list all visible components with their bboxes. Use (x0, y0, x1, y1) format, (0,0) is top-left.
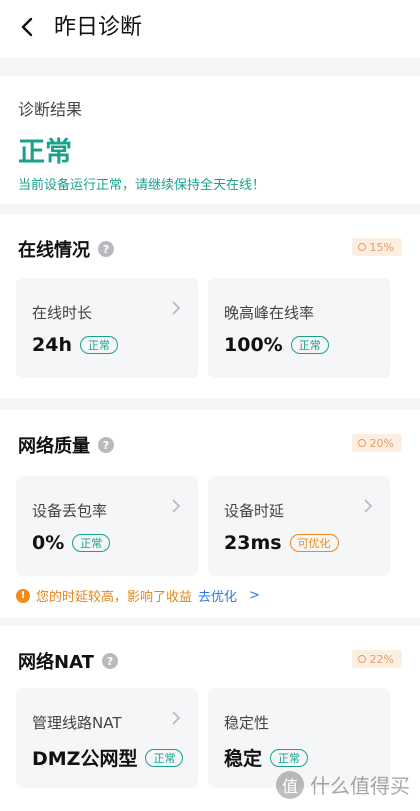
tile-value-row: 23ms 可优化 (224, 532, 339, 554)
notice-text: 您的时延较高，影响了收益 (36, 590, 193, 605)
online-section: 在线情况 ? 15% 在线时长 24h 正常 晚高峰在线率 100% 正常 (0, 214, 420, 398)
network-percent-badge: 20% (351, 434, 402, 452)
tile-value: 0% (32, 532, 65, 554)
clock-icon (357, 439, 366, 447)
chevron-right-icon (172, 301, 181, 315)
tile-online-duration[interactable]: 在线时长 24h 正常 (16, 278, 198, 378)
tile-value: 23ms (224, 532, 282, 554)
tile-label: 管理线路NAT (32, 714, 122, 732)
online-title-text: 在线情况 (18, 240, 90, 261)
tile-value: 24h (32, 334, 72, 356)
status-badge: 可优化 (289, 534, 339, 552)
diagnosis-status: 正常 (18, 137, 72, 168)
tile-label: 晚高峰在线率 (224, 304, 315, 322)
diagnosis-label: 诊断结果 (18, 100, 83, 119)
tile-latency[interactable]: 设备时延 23ms 可优化 (208, 476, 390, 576)
chevron-right-icon (172, 711, 181, 725)
chevron-right-icon[interactable]: > (249, 588, 260, 603)
tile-value-row: 0% 正常 (32, 532, 111, 554)
optimize-link[interactable]: 去优化 (198, 586, 237, 605)
help-icon[interactable]: ? (101, 653, 118, 669)
clock-icon (357, 655, 366, 663)
tile-label: 在线时长 (32, 304, 93, 322)
tile-label: 设备丢包率 (32, 502, 108, 520)
page-title: 昨日诊断 (54, 15, 143, 40)
tile-value: DMZ公网型 (32, 748, 138, 770)
watermark: 值 什么值得买 (276, 770, 410, 799)
nat-percent: 22% (369, 652, 394, 666)
tile-label: 稳定性 (224, 714, 270, 732)
status-badge: 正常 (290, 336, 329, 354)
nat-title-text: 网络NAT (18, 652, 94, 673)
chevron-right-icon (364, 499, 373, 513)
chevron-right-icon (172, 499, 181, 513)
header-bar: 昨日诊断 (0, 0, 420, 58)
tile-value-row: 100% 正常 (224, 334, 329, 356)
tile-nat-type[interactable]: 管理线路NAT DMZ公网型 正常 (16, 688, 198, 788)
tile-value-row: DMZ公网型 正常 (32, 744, 184, 771)
back-arrow-icon (21, 17, 33, 37)
tile-value-row: 稳定 正常 (224, 744, 309, 771)
network-percent: 20% (369, 436, 394, 450)
status-badge: 正常 (79, 336, 118, 354)
tile-label: 设备时延 (224, 502, 285, 520)
latency-notice: ! 您的时延较高，影响了收益 去优化 > (16, 586, 260, 605)
nat-title: 网络NAT ? (18, 648, 118, 674)
help-icon[interactable]: ? (98, 437, 114, 453)
tile-value: 稳定 (224, 748, 263, 770)
status-badge: 正常 (145, 748, 184, 767)
tile-value: 100% (224, 334, 283, 356)
tile-value-row: 24h 正常 (32, 334, 118, 356)
tile-peak-online-rate: 晚高峰在线率 100% 正常 (208, 278, 390, 378)
status-badge: 正常 (72, 534, 111, 552)
tile-packet-loss[interactable]: 设备丢包率 0% 正常 (16, 476, 198, 576)
online-percent-badge: 15% (351, 238, 402, 256)
clock-icon (357, 243, 366, 251)
diagnosis-description: 当前设备运行正常，请继续保持全天在线！ (18, 178, 266, 193)
network-title: 网络质量 ? (18, 432, 114, 458)
warning-icon: ! (16, 588, 30, 603)
help-icon[interactable]: ? (98, 241, 114, 257)
online-title: 在线情况 ? (18, 236, 114, 262)
online-percent: 15% (369, 240, 394, 254)
back-button[interactable] (14, 14, 40, 40)
network-title-text: 网络质量 (18, 436, 90, 457)
watermark-logo-icon: 值 (276, 770, 304, 799)
watermark-text: 什么值得买 (310, 774, 410, 798)
diagnosis-card: 诊断结果 正常 当前设备运行正常，请继续保持全天在线！ (0, 76, 420, 204)
status-badge: 正常 (270, 748, 309, 767)
nat-percent-badge: 22% (351, 650, 402, 668)
